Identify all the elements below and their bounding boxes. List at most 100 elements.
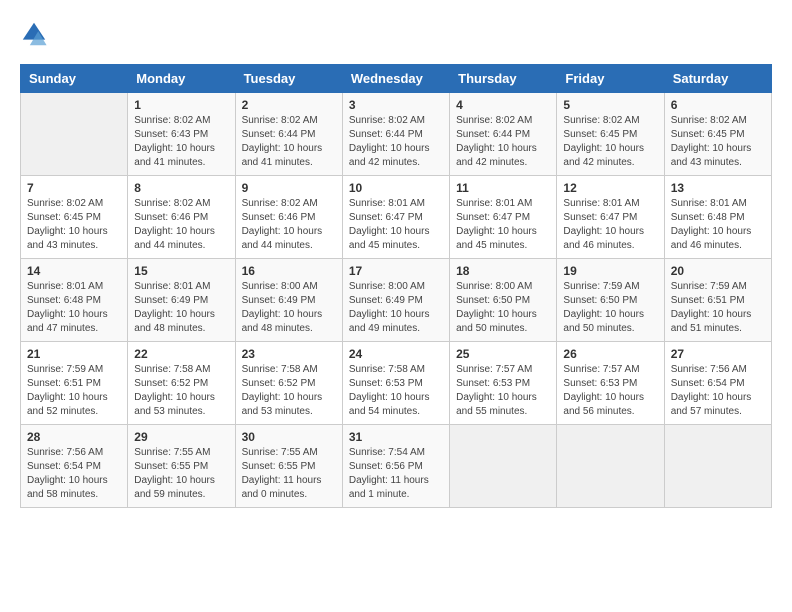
day-number: 29	[134, 430, 228, 444]
calendar-cell: 2Sunrise: 8:02 AM Sunset: 6:44 PM Daylig…	[235, 93, 342, 176]
header-monday: Monday	[128, 65, 235, 93]
header-thursday: Thursday	[450, 65, 557, 93]
calendar-cell: 27 Sunrise: 7:56 AM Sunset: 6:54 PM Dayli…	[664, 342, 771, 425]
header-sunday: Sunday	[21, 65, 128, 93]
day-number: 15	[134, 264, 228, 278]
calendar-cell: 9 Sunrise: 8:02 AM Sunset: 6:46 PM Daylig…	[235, 176, 342, 259]
day-number: 14	[27, 264, 121, 278]
calendar-cell: 12 Sunrise: 8:01 AM Sunset: 6:47 PM Dayli…	[557, 176, 664, 259]
calendar-cell: 26 Sunrise: 7:57 AM Sunset: 6:53 PM Dayli…	[557, 342, 664, 425]
day-info: Sunrise: 7:56 AM Sunset: 6:54 PM Dayligh…	[27, 446, 121, 502]
day-info: Sunrise: 8:02 AM Sunset: 6:45 PM Dayligh…	[563, 114, 657, 170]
day-info: Sunrise: 8:02 AM Sunset: 6:46 PM Dayligh…	[242, 197, 336, 253]
logo-icon	[20, 20, 48, 48]
day-number: 24	[349, 347, 443, 361]
day-info: Sunrise: 7:56 AM Sunset: 6:54 PM Dayligh…	[671, 363, 765, 419]
day-number: 22	[134, 347, 228, 361]
day-info: Sunrise: 8:02 AM Sunset: 6:45 PM Dayligh…	[671, 114, 765, 170]
logo	[20, 20, 52, 48]
day-number: 18	[456, 264, 550, 278]
day-number: 1	[134, 98, 228, 112]
calendar-cell: 1 Sunrise: 8:02 AM Sunset: 6:43 PM Daylig…	[128, 93, 235, 176]
calendar-cell: 16 Sunrise: 8:00 AM Sunset: 6:49 PM Dayli…	[235, 259, 342, 342]
day-info: Sunrise: 7:57 AM Sunset: 6:53 PM Dayligh…	[563, 363, 657, 419]
calendar-cell	[21, 93, 128, 176]
day-number: 17	[349, 264, 443, 278]
day-info: Sunrise: 7:55 AM Sunset: 6:55 PM Dayligh…	[242, 446, 336, 502]
calendar-week-row: 1 Sunrise: 8:02 AM Sunset: 6:43 PM Daylig…	[21, 93, 772, 176]
day-number: 8	[134, 181, 228, 195]
calendar-cell: 11 Sunrise: 8:01 AM Sunset: 6:47 PM Dayli…	[450, 176, 557, 259]
calendar-cell	[664, 425, 771, 508]
header-friday: Friday	[557, 65, 664, 93]
calendar-cell: 8 Sunrise: 8:02 AM Sunset: 6:46 PM Daylig…	[128, 176, 235, 259]
day-info: Sunrise: 7:54 AM Sunset: 6:56 PM Dayligh…	[349, 446, 443, 502]
calendar-table: SundayMondayTuesdayWednesdayThursdayFrid…	[20, 64, 772, 508]
calendar-cell: 6 Sunrise: 8:02 AM Sunset: 6:45 PM Daylig…	[664, 93, 771, 176]
day-info: Sunrise: 7:59 AM Sunset: 6:51 PM Dayligh…	[671, 280, 765, 336]
calendar-cell: 4Sunrise: 8:02 AM Sunset: 6:44 PM Daylig…	[450, 93, 557, 176]
calendar-week-row: 7Sunrise: 8:02 AM Sunset: 6:45 PM Daylig…	[21, 176, 772, 259]
day-number: 10	[349, 181, 443, 195]
day-number: 25	[456, 347, 550, 361]
calendar-cell: 3Sunrise: 8:02 AM Sunset: 6:44 PM Daylig…	[342, 93, 449, 176]
calendar-cell: 17 Sunrise: 8:00 AM Sunset: 6:49 PM Dayli…	[342, 259, 449, 342]
day-number: 6	[671, 98, 765, 112]
day-info: Sunrise: 7:58 AM Sunset: 6:52 PM Dayligh…	[134, 363, 228, 419]
days-header-row: SundayMondayTuesdayWednesdayThursdayFrid…	[21, 65, 772, 93]
day-number: 13	[671, 181, 765, 195]
day-number: 4	[456, 98, 550, 112]
day-info: Sunrise: 8:02 AM Sunset: 6:44 PM Dayligh…	[349, 114, 443, 170]
day-number: 20	[671, 264, 765, 278]
day-info: Sunrise: 8:01 AM Sunset: 6:47 PM Dayligh…	[349, 197, 443, 253]
header-wednesday: Wednesday	[342, 65, 449, 93]
day-info: Sunrise: 8:02 AM Sunset: 6:43 PM Dayligh…	[134, 114, 228, 170]
calendar-cell: 24Sunrise: 7:58 AM Sunset: 6:53 PM Dayli…	[342, 342, 449, 425]
day-info: Sunrise: 8:01 AM Sunset: 6:48 PM Dayligh…	[27, 280, 121, 336]
calendar-cell: 23Sunrise: 7:58 AM Sunset: 6:52 PM Dayli…	[235, 342, 342, 425]
day-info: Sunrise: 7:57 AM Sunset: 6:53 PM Dayligh…	[456, 363, 550, 419]
day-number: 2	[242, 98, 336, 112]
header-tuesday: Tuesday	[235, 65, 342, 93]
calendar-cell: 14 Sunrise: 8:01 AM Sunset: 6:48 PM Dayli…	[21, 259, 128, 342]
calendar-cell	[557, 425, 664, 508]
calendar-cell	[450, 425, 557, 508]
day-info: Sunrise: 8:01 AM Sunset: 6:47 PM Dayligh…	[456, 197, 550, 253]
day-number: 26	[563, 347, 657, 361]
page-header	[20, 20, 772, 48]
calendar-cell: 10 Sunrise: 8:01 AM Sunset: 6:47 PM Dayli…	[342, 176, 449, 259]
calendar-week-row: 14 Sunrise: 8:01 AM Sunset: 6:48 PM Dayli…	[21, 259, 772, 342]
day-number: 27	[671, 347, 765, 361]
header-saturday: Saturday	[664, 65, 771, 93]
calendar-week-row: 21Sunrise: 7:59 AM Sunset: 6:51 PM Dayli…	[21, 342, 772, 425]
day-number: 12	[563, 181, 657, 195]
calendar-cell: 21Sunrise: 7:59 AM Sunset: 6:51 PM Dayli…	[21, 342, 128, 425]
day-number: 11	[456, 181, 550, 195]
calendar-cell: 29 Sunrise: 7:55 AM Sunset: 6:55 PM Dayli…	[128, 425, 235, 508]
calendar-cell: 31 Sunrise: 7:54 AM Sunset: 6:56 PM Dayli…	[342, 425, 449, 508]
day-info: Sunrise: 8:02 AM Sunset: 6:45 PM Dayligh…	[27, 197, 121, 253]
calendar-cell: 18 Sunrise: 8:00 AM Sunset: 6:50 PM Dayli…	[450, 259, 557, 342]
calendar-cell: 22 Sunrise: 7:58 AM Sunset: 6:52 PM Dayli…	[128, 342, 235, 425]
day-info: Sunrise: 8:02 AM Sunset: 6:46 PM Dayligh…	[134, 197, 228, 253]
day-info: Sunrise: 8:00 AM Sunset: 6:49 PM Dayligh…	[242, 280, 336, 336]
day-number: 9	[242, 181, 336, 195]
calendar-cell: 20 Sunrise: 7:59 AM Sunset: 6:51 PM Dayli…	[664, 259, 771, 342]
day-info: Sunrise: 8:01 AM Sunset: 6:49 PM Dayligh…	[134, 280, 228, 336]
calendar-cell: 5 Sunrise: 8:02 AM Sunset: 6:45 PM Daylig…	[557, 93, 664, 176]
calendar-cell: 15 Sunrise: 8:01 AM Sunset: 6:49 PM Dayli…	[128, 259, 235, 342]
calendar-week-row: 28 Sunrise: 7:56 AM Sunset: 6:54 PM Dayli…	[21, 425, 772, 508]
day-info: Sunrise: 8:00 AM Sunset: 6:49 PM Dayligh…	[349, 280, 443, 336]
calendar-cell: 30Sunrise: 7:55 AM Sunset: 6:55 PM Dayli…	[235, 425, 342, 508]
calendar-cell: 7Sunrise: 8:02 AM Sunset: 6:45 PM Daylig…	[21, 176, 128, 259]
day-number: 31	[349, 430, 443, 444]
day-info: Sunrise: 7:59 AM Sunset: 6:50 PM Dayligh…	[563, 280, 657, 336]
day-number: 5	[563, 98, 657, 112]
day-info: Sunrise: 8:01 AM Sunset: 6:47 PM Dayligh…	[563, 197, 657, 253]
day-info: Sunrise: 8:01 AM Sunset: 6:48 PM Dayligh…	[671, 197, 765, 253]
day-info: Sunrise: 7:55 AM Sunset: 6:55 PM Dayligh…	[134, 446, 228, 502]
day-number: 28	[27, 430, 121, 444]
day-number: 16	[242, 264, 336, 278]
calendar-cell: 28 Sunrise: 7:56 AM Sunset: 6:54 PM Dayli…	[21, 425, 128, 508]
day-info: Sunrise: 8:00 AM Sunset: 6:50 PM Dayligh…	[456, 280, 550, 336]
